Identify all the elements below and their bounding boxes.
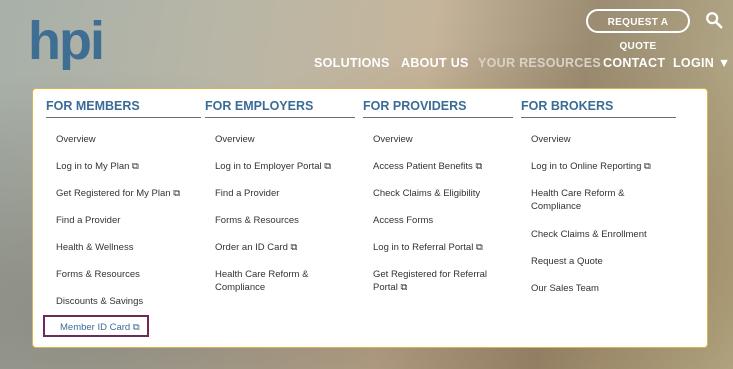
employers-login-portal-link[interactable]: Log in to Employer Portal ⧉ — [215, 160, 331, 173]
providers-overview-link[interactable]: Overview — [373, 133, 413, 146]
column-members: FOR MEMBERS Overview Log in to My Plan ⧉… — [46, 99, 201, 333]
employers-find-provider-link[interactable]: Find a Provider — [215, 187, 279, 200]
members-get-registered-link[interactable]: Get Registered for My Plan ⧉ — [56, 187, 180, 200]
member-id-card-highlight — [43, 315, 149, 337]
nav-about-us[interactable]: ABOUT US — [401, 56, 469, 70]
column-providers: FOR PROVIDERS Overview Access Patient Be… — [363, 99, 513, 293]
providers-get-registered-link[interactable]: Get Registered for Referral — [373, 268, 487, 281]
request-quote-button[interactable]: REQUEST A QUOTE — [586, 9, 690, 52]
employers-order-id-card-link[interactable]: Order an ID Card ⧉ — [215, 241, 297, 254]
brokers-health-care-reform-link[interactable]: Health Care Reform & — [531, 187, 624, 200]
search-icon[interactable] — [705, 11, 723, 29]
members-health-wellness-link[interactable]: Health & Wellness — [56, 241, 133, 254]
brokers-request-quote-link[interactable]: Request a Quote — [531, 255, 603, 268]
column-title-employers: FOR EMPLOYERS — [205, 99, 355, 118]
members-find-provider-link[interactable]: Find a Provider — [56, 214, 120, 227]
brokers-check-claims-link[interactable]: Check Claims & Enrollment — [531, 228, 647, 241]
column-employers: FOR EMPLOYERS Overview Log in to Employe… — [205, 99, 355, 293]
nav-solutions[interactable]: SOLUTIONS — [314, 56, 390, 70]
column-title-brokers: FOR BROKERS — [521, 99, 676, 118]
employers-health-care-reform-link[interactable]: Health Care Reform & — [215, 268, 308, 281]
members-discounts-link[interactable]: Discounts & Savings — [56, 295, 143, 308]
members-overview-link[interactable]: Overview — [56, 133, 96, 146]
nav-login[interactable]: LOGIN ▼ — [673, 56, 731, 70]
providers-portal-link[interactable]: Portal ⧉ — [373, 281, 407, 294]
resources-dropdown-panel: FOR MEMBERS Overview Log in to My Plan ⧉… — [32, 88, 708, 348]
nav-your-resources[interactable]: YOUR RESOURCES — [478, 56, 601, 70]
employers-compliance-link[interactable]: Compliance — [215, 281, 265, 294]
column-brokers: FOR BROKERS Overview Log in to Online Re… — [521, 99, 676, 294]
logo[interactable]: hpi — [28, 10, 105, 72]
nav-contact[interactable]: CONTACT — [603, 56, 665, 70]
members-forms-resources-link[interactable]: Forms & Resources — [56, 268, 140, 281]
employers-forms-resources-link[interactable]: Forms & Resources — [215, 214, 299, 227]
providers-patient-benefits-link[interactable]: Access Patient Benefits ⧉ — [373, 160, 482, 173]
brokers-sales-team-link[interactable]: Our Sales Team — [531, 282, 599, 295]
providers-referral-portal-link[interactable]: Log in to Referral Portal ⧉ — [373, 241, 483, 254]
column-title-providers: FOR PROVIDERS — [363, 99, 513, 118]
providers-check-claims-link[interactable]: Check Claims & Eligibility — [373, 187, 480, 200]
brokers-compliance-link[interactable]: Compliance — [531, 200, 581, 213]
brokers-online-reporting-link[interactable]: Log in to Online Reporting ⧉ — [531, 160, 651, 173]
employers-overview-link[interactable]: Overview — [215, 133, 255, 146]
providers-access-forms-link[interactable]: Access Forms — [373, 214, 433, 227]
members-login-plan-link[interactable]: Log in to My Plan ⧉ — [56, 160, 139, 173]
column-title-members: FOR MEMBERS — [46, 99, 201, 118]
brokers-overview-link[interactable]: Overview — [531, 133, 571, 146]
